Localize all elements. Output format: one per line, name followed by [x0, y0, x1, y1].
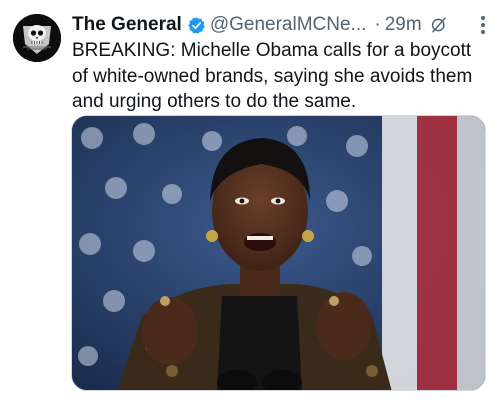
- separator-dot: ·: [374, 14, 381, 35]
- grok-icon[interactable]: [430, 16, 448, 34]
- tweet-header: The General @GeneralMCNe... · 29m: [72, 12, 486, 38]
- more-options-icon[interactable]: [480, 15, 486, 35]
- author-handle[interactable]: @GeneralMCNe...: [210, 13, 367, 37]
- tweet-image[interactable]: [71, 115, 486, 391]
- author-name[interactable]: The General: [72, 13, 182, 37]
- avatar[interactable]: [13, 14, 61, 62]
- skull-logo-image: [13, 14, 61, 62]
- tweet[interactable]: The General @GeneralMCNe... · 29m BREAKI…: [0, 0, 500, 403]
- verified-badge-icon: [187, 16, 206, 35]
- tweet-text: BREAKING: Michelle Obama calls for a boy…: [72, 40, 473, 112]
- timestamp[interactable]: 29m: [385, 13, 422, 37]
